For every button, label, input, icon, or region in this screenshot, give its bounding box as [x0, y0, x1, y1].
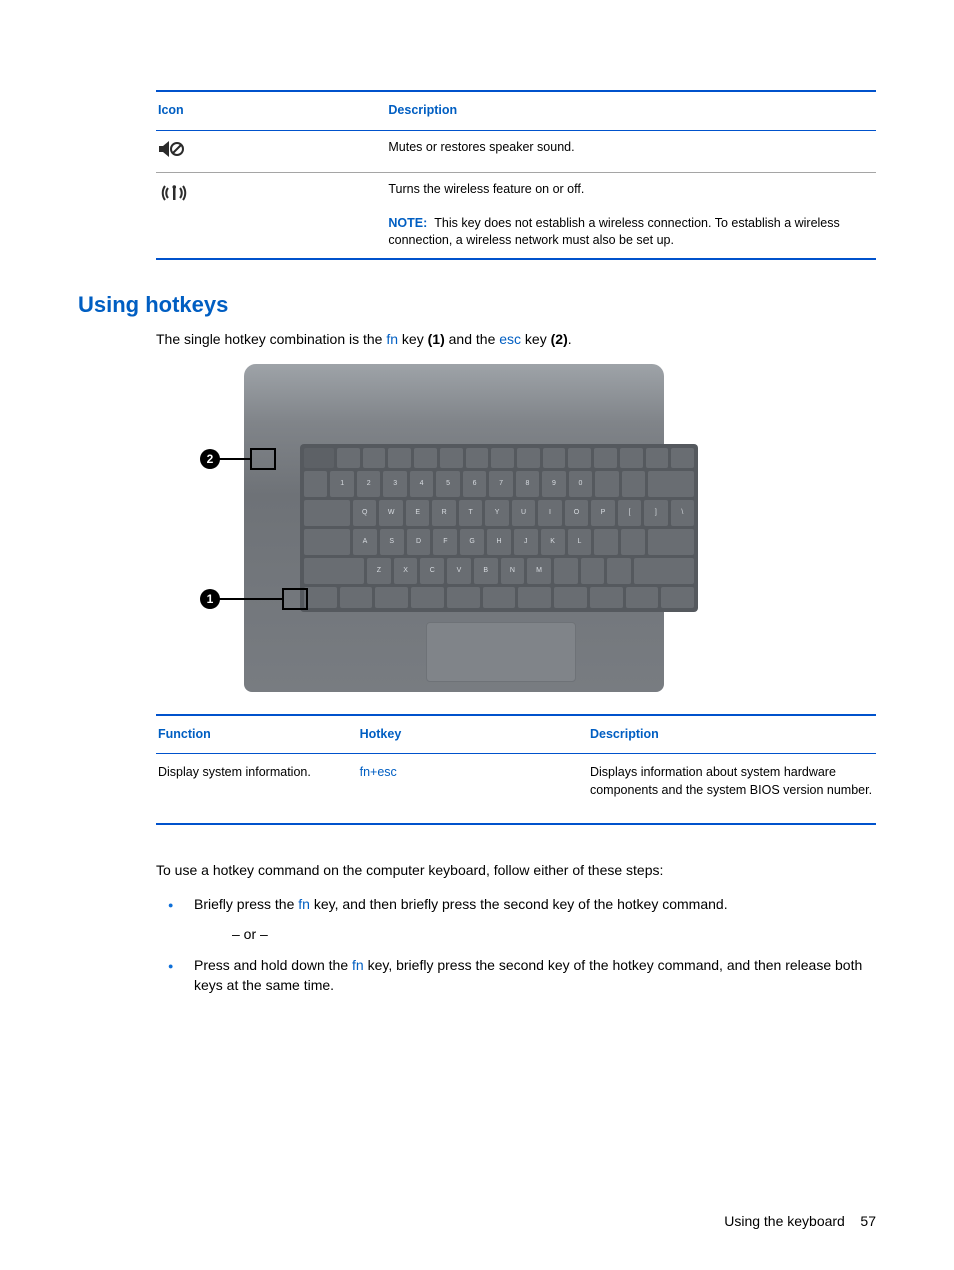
- fn-label: fn: [298, 896, 310, 912]
- callout-ref-2: (2): [551, 331, 568, 347]
- list-item: Briefly press the fn key, and then brief…: [156, 895, 876, 944]
- page: Icon Description Mu: [0, 0, 954, 1270]
- intro-paragraph: The single hotkey combination is the fn …: [156, 330, 876, 350]
- hotkey-cell: fn+esc: [358, 754, 588, 825]
- page-footer: Using the keyboard 57: [724, 1212, 876, 1232]
- icon-cell: [156, 173, 386, 259]
- icon-header: Icon: [156, 91, 386, 130]
- callout-target-esc: [250, 448, 276, 470]
- intro-mid2: and the: [445, 331, 500, 347]
- table-row: Mutes or restores speaker sound.: [156, 130, 876, 173]
- instructions-list: Briefly press the fn key, and then brief…: [156, 895, 876, 995]
- wireless-note: NOTE: This key does not establish a wire…: [388, 215, 874, 250]
- item1-prefix: Briefly press the: [194, 896, 298, 912]
- wireless-description: Turns the wireless feature on or off.: [388, 181, 874, 199]
- hotkey-header: Hotkey: [358, 715, 588, 754]
- callout-target-fn: [282, 588, 308, 610]
- esc-label: esc: [499, 331, 521, 347]
- list-item: Press and hold down the fn key, briefly …: [156, 956, 876, 995]
- function-cell: Display system information.: [156, 754, 358, 825]
- keyboard: 1234567890 QWERTYUIOP[]\ ASDFGHJKL ZXCVB…: [300, 444, 698, 612]
- section-body: The single hotkey combination is the fn …: [156, 330, 876, 995]
- icon-table-wrapper: Icon Description Mu: [156, 90, 876, 260]
- hotkey-description-cell: Displays information about system hardwa…: [588, 754, 876, 825]
- callout-2: 2: [200, 448, 276, 470]
- description-cell: Mutes or restores speaker sound.: [386, 130, 876, 173]
- intro-mid1: key: [398, 331, 428, 347]
- touchpad: [426, 622, 576, 682]
- description-cell: Turns the wireless feature on or off. NO…: [386, 173, 876, 259]
- function-header: Function: [156, 715, 358, 754]
- item2-prefix: Press and hold down the: [194, 957, 352, 973]
- wireless-icon: [158, 181, 192, 211]
- callout-ref-1: (1): [428, 331, 445, 347]
- footer-section: Using the keyboard: [724, 1213, 845, 1229]
- note-text: This key does not establish a wireless c…: [388, 216, 839, 248]
- icon-table-header-row: Icon Description: [156, 91, 876, 130]
- note-label: NOTE:: [388, 216, 427, 230]
- callout-number: 1: [200, 589, 220, 609]
- hotkey-table: Function Hotkey Description Display syst…: [156, 714, 876, 826]
- description-header: Description: [386, 91, 876, 130]
- icon-cell: [156, 130, 386, 173]
- hotkey-combo: fn+esc: [360, 765, 397, 779]
- callout-number: 2: [200, 449, 220, 469]
- keyboard-figure: 1234567890 QWERTYUIOP[]\ ASDFGHJKL ZXCVB…: [200, 364, 666, 692]
- icon-table: Icon Description Mu: [156, 90, 876, 260]
- fn-label: fn: [386, 331, 398, 347]
- table-row: Turns the wireless feature on or off. NO…: [156, 173, 876, 259]
- intro-prefix: The single hotkey combination is the: [156, 331, 386, 347]
- table-row: Display system information. fn+esc Displ…: [156, 754, 876, 825]
- mute-icon: [158, 139, 192, 165]
- section-title: Using hotkeys: [78, 290, 876, 321]
- intro-suffix: .: [568, 331, 572, 347]
- fn-label: fn: [352, 957, 364, 973]
- instructions-lead: To use a hotkey command on the computer …: [156, 861, 876, 881]
- callout-1: 1: [200, 588, 308, 610]
- hotkey-description-header: Description: [588, 715, 876, 754]
- laptop-body: 1234567890 QWERTYUIOP[]\ ASDFGHJKL ZXCVB…: [244, 364, 664, 692]
- hotkey-table-header-row: Function Hotkey Description: [156, 715, 876, 754]
- intro-mid3: key: [521, 331, 551, 347]
- footer-page-number: 57: [860, 1213, 876, 1229]
- or-separator: – or –: [232, 925, 876, 945]
- item1-suffix: key, and then briefly press the second k…: [310, 896, 728, 912]
